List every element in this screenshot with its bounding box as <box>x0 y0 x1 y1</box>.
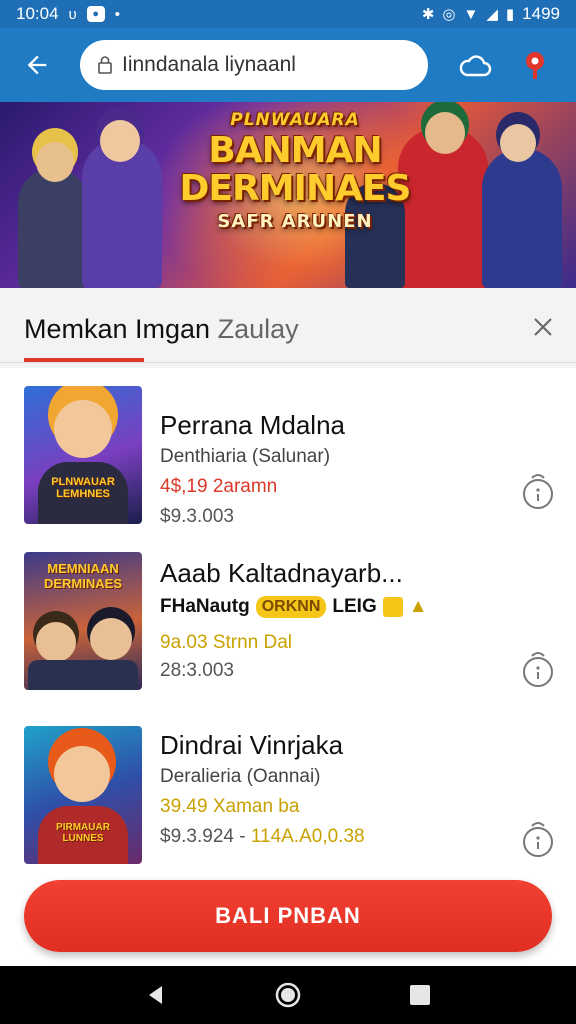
list-item[interactable]: PIRMAUAR LUNNES Dindrai Vinrjaka Deralie… <box>0 724 576 874</box>
item-meta: $9.3.003 <box>160 506 234 527</box>
bluetooth-icon: ✱ <box>421 5 435 23</box>
hero-figure <box>18 168 88 288</box>
app-bar: Iinndanala liynaanl <box>0 28 576 102</box>
hero-figure <box>482 148 562 288</box>
nav-home-button[interactable] <box>268 975 308 1015</box>
cloud-icon <box>459 55 492 77</box>
banner-title-line4: SAFR ARUNEN <box>217 211 373 232</box>
item-subtitle: Denthiaria (Salunar) <box>160 446 331 467</box>
item-meta-accent: 114A.A0,0.38 <box>250 826 365 847</box>
item-subtitle-text: FHaNautg <box>160 596 250 617</box>
gift-icon <box>382 597 403 617</box>
item-action-button[interactable] <box>518 814 558 862</box>
item-subtitle: Deralieria (Oannai) <box>160 766 321 787</box>
cloud-button[interactable] <box>456 46 494 84</box>
system-nav-bar <box>0 966 576 1024</box>
info-icon <box>523 652 553 687</box>
status-bar: 10:04 ᴜ ● • ✱ ◎ ▼ ◢ ▮ 1499 <box>0 0 576 28</box>
message-icon: ● <box>86 6 105 22</box>
filter-title: Memkan Imgan Zaulay <box>24 314 299 345</box>
nav-back-button[interactable] <box>136 975 176 1015</box>
item-subtitle-suffix: LEIG <box>332 596 377 617</box>
banner-title-line1: PLNWAUARA <box>230 110 360 130</box>
status-time: 10:04 <box>16 4 59 23</box>
banner-title-line2: BANMAN <box>208 130 382 171</box>
search-input[interactable]: Iinndanala liynaanl <box>80 40 428 90</box>
trophy-icon: ▲ <box>408 596 428 617</box>
back-arrow-icon <box>27 55 47 75</box>
thumb-caption: MEMNIAAN DERMINAES <box>43 561 122 591</box>
filter-title-dim: Zaulay <box>217 314 299 344</box>
hero-head <box>425 112 465 154</box>
status-right-text: 1499 <box>522 4 560 23</box>
search-text: Iinndanala liynaanl <box>122 53 296 76</box>
close-button[interactable] <box>528 312 558 342</box>
item-thumbnail: PLNWAUAR LEMHNES <box>24 386 142 524</box>
divider <box>0 362 576 363</box>
item-title: Aaab Kaltadnayarb... <box>160 558 403 588</box>
item-price: 9a.03 Strnn Dal <box>160 632 293 653</box>
hero-head <box>100 120 140 162</box>
nav-recents-button[interactable] <box>400 975 440 1015</box>
item-price: 39.49 Xaman ba <box>160 796 300 817</box>
item-price: 4$,19 2aramn <box>160 476 278 497</box>
wifi-icon: ▼ <box>463 5 479 23</box>
dot-icon: • <box>114 5 121 23</box>
info-icon <box>523 474 553 509</box>
lock-icon <box>98 56 112 74</box>
item-meta: $9.3.924 - 114A.A0,0.38 <box>160 826 365 848</box>
item-meta-text: $9.3.924 - <box>160 826 251 847</box>
banner-title: PLNWAUARA BANMAN DERMINAES SAFR ARUNEN <box>175 112 415 231</box>
filter-header: Memkan Imgan Zaulay <box>0 288 576 368</box>
item-title: Perrana Mdalna <box>160 410 345 440</box>
item-subtitle: FHaNautg ORKNN LEIG ▲ <box>160 596 428 618</box>
primary-cta-button[interactable]: BALI PNBAN <box>24 880 552 952</box>
home-circle-icon <box>275 982 301 1008</box>
notification-icon: ᴜ <box>68 5 77 23</box>
thumb-caption: PLNWAUAR LEMHNES <box>51 476 115 501</box>
item-tag: ORKNN <box>255 596 327 618</box>
back-triangle-icon <box>149 986 162 1004</box>
item-action-button[interactable] <box>518 644 558 692</box>
item-title: Dindrai Vinrjaka <box>160 730 344 760</box>
battery-icon: ▮ <box>505 5 515 23</box>
sync-icon: ◎ <box>442 5 456 23</box>
location-pin-icon <box>526 52 544 79</box>
list-item[interactable]: MEMNIAAN DERMINAES Aaab Kaltadnayarb... … <box>0 550 576 700</box>
recents-square-icon <box>410 985 430 1005</box>
info-icon <box>523 822 553 857</box>
location-button[interactable] <box>516 46 554 84</box>
item-thumbnail: MEMNIAAN DERMINAES <box>24 552 142 690</box>
filter-title-main: Memkan Imgan <box>24 314 211 344</box>
signal-icon: ◢ <box>486 5 498 23</box>
item-meta: 28:3.003 <box>160 660 234 681</box>
promo-banner[interactable]: PLNWAUARA BANMAN DERMINAES SAFR ARUNEN <box>0 102 576 288</box>
back-button[interactable] <box>14 42 60 88</box>
item-action-button[interactable] <box>518 466 558 514</box>
item-thumbnail: PIRMAUAR LUNNES <box>24 726 142 864</box>
thumb-caption: PIRMAUAR LUNNES <box>56 822 110 844</box>
hero-head <box>500 124 536 162</box>
hero-head <box>36 142 74 182</box>
list-item[interactable]: PLNWAUAR LEMHNES Perrana Mdalna Denthiar… <box>0 384 576 534</box>
close-icon <box>534 318 552 336</box>
banner-title-line3: DERMINAES <box>179 168 412 209</box>
